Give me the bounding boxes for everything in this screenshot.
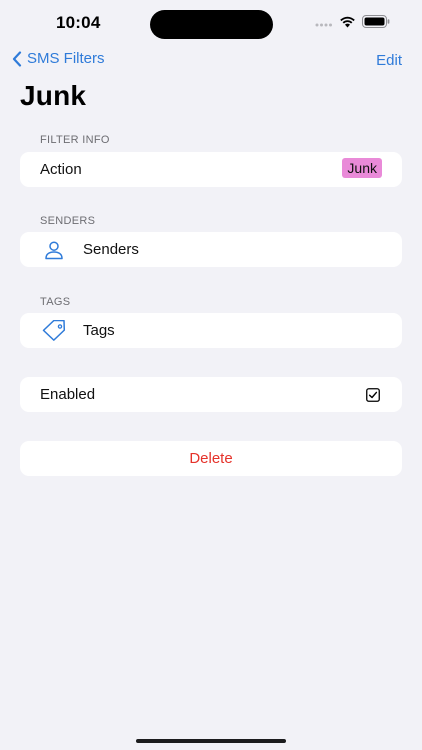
status-time: 10:04: [56, 13, 101, 32]
senders-label: Senders: [83, 241, 139, 258]
tag-icon: [41, 319, 67, 342]
navigation-bar: SMS Filters Edit: [0, 50, 422, 74]
tags-label: Tags: [83, 322, 115, 339]
section-header-senders: SENDERS: [40, 215, 96, 227]
section-header-filter-info: FILTER INFO: [40, 134, 110, 146]
screen: 10:04 SMS Filters Edit Junk FILTER INFO …: [0, 0, 422, 750]
senders-row[interactable]: Senders: [20, 232, 402, 267]
person-icon: [41, 239, 67, 261]
section-header-tags: TAGS: [40, 296, 71, 308]
checkbox-checked-icon[interactable]: [366, 388, 380, 402]
enabled-row[interactable]: Enabled: [20, 377, 402, 412]
tags-row[interactable]: Tags: [20, 313, 402, 348]
action-value-badge: Junk: [342, 158, 382, 178]
back-button-label: SMS Filters: [27, 50, 105, 67]
wifi-icon: [340, 16, 355, 27]
dynamic-island: [150, 10, 273, 39]
battery-icon: [362, 15, 390, 28]
page-title: Junk: [20, 80, 87, 111]
cellular-icon: [315, 23, 332, 26]
status-bar: 10:04: [0, 0, 422, 50]
action-label: Action: [40, 161, 82, 178]
chevron-left-icon: [12, 50, 22, 67]
edit-button[interactable]: Edit: [376, 52, 402, 69]
delete-button[interactable]: Delete: [20, 441, 402, 476]
status-icons: [315, 15, 390, 28]
action-row[interactable]: Action Junk: [20, 152, 402, 187]
enabled-label: Enabled: [40, 386, 96, 403]
back-button[interactable]: SMS Filters: [12, 50, 105, 67]
delete-label: Delete: [189, 450, 233, 467]
home-indicator[interactable]: [136, 739, 286, 743]
